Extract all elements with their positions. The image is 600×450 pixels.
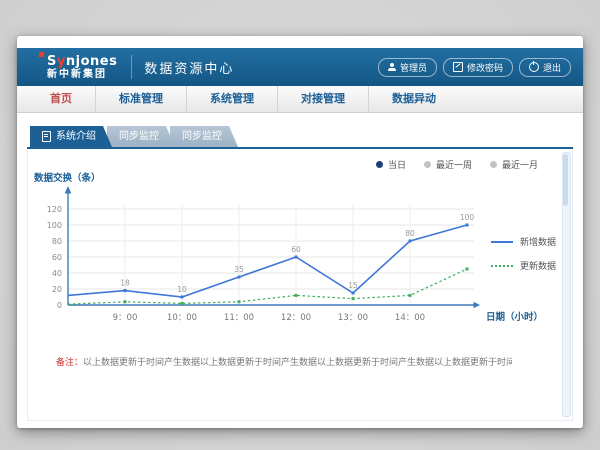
main-nav: 首页标准管理系统管理对接管理数据异动 (17, 86, 583, 113)
legend-item: 新增数据 (491, 235, 556, 248)
chart-panel: 当日最近一周最近一月 0204060801001209：0010：0011：00… (27, 149, 573, 421)
svg-text:日期（小时）: 日期（小时） (486, 311, 543, 323)
scrollbar-thumb[interactable] (563, 154, 568, 206)
tab[interactable]: 同步监控 (170, 126, 238, 147)
nav-item[interactable]: 对接管理 (277, 86, 368, 112)
logo-wordmark: Synjones (47, 55, 117, 68)
chart-legend: 新增数据更新数据 (491, 235, 556, 283)
svg-text:10：00: 10：00 (167, 313, 197, 323)
nav-item[interactable]: 系统管理 (186, 86, 277, 112)
app-header: Synjones 新中新集团 数据资源中心 管理员 修改密码 退出 (17, 48, 583, 86)
svg-text:60: 60 (52, 253, 62, 262)
svg-text:100: 100 (460, 213, 475, 222)
current-user-button[interactable]: 管理员 (378, 58, 437, 77)
svg-text:数据交换（条）: 数据交换（条） (33, 172, 101, 184)
svg-text:35: 35 (234, 265, 244, 274)
svg-text:14：00: 14：00 (395, 313, 425, 323)
legend-line-sample (491, 241, 513, 243)
footnote-text: 以上数据更新于时间产生数据以上数据更新于时间产生数据以上数据更新于时间产生数据以… (83, 358, 512, 368)
svg-text:0: 0 (57, 301, 62, 310)
svg-text:18: 18 (120, 279, 130, 288)
svg-text:15: 15 (348, 281, 358, 290)
content-area: 系统介绍同步监控同步监控 当日最近一周最近一月 0204060801001209… (17, 113, 583, 428)
power-icon (529, 62, 539, 72)
svg-text:120: 120 (47, 205, 62, 214)
tab[interactable]: 同步监控 (107, 126, 175, 147)
svg-text:20: 20 (52, 285, 62, 294)
tab[interactable]: 系统介绍 (30, 126, 112, 147)
current-user-label: 管理员 (400, 61, 427, 74)
svg-text:100: 100 (47, 221, 62, 230)
svg-text:11：00: 11：00 (224, 313, 254, 323)
legend-item: 更新数据 (491, 259, 556, 272)
line-chart: 0 20 40 60 80 100 120 9：00 10：00 11：00 12：00 13：00 1… (28, 167, 568, 332)
nav-item[interactable]: 标准管理 (95, 86, 186, 112)
legend-label: 更新数据 (520, 259, 556, 272)
nav-item[interactable]: 首页 (27, 86, 95, 112)
change-password-button[interactable]: 修改密码 (443, 58, 513, 77)
svg-text:60: 60 (291, 245, 301, 254)
nav-item[interactable]: 数据异动 (368, 86, 459, 112)
header-divider (131, 55, 132, 79)
window-top-strip (17, 36, 583, 48)
change-password-label: 修改密码 (467, 61, 503, 74)
logout-label: 退出 (543, 61, 561, 74)
footnote-prefix: 备注： (56, 358, 83, 368)
person-icon (388, 63, 396, 71)
svg-text:9：00: 9：00 (113, 313, 138, 323)
logo-flag-icon (38, 52, 44, 57)
edit-icon (453, 62, 463, 72)
vertical-scrollbar[interactable] (562, 152, 571, 417)
tab-bottom-rule (27, 147, 573, 149)
svg-text:40: 40 (52, 269, 62, 278)
footnote: 备注：以上数据更新于时间产生数据以上数据更新于时间产生数据以上数据更新于时间产生… (56, 355, 512, 368)
legend-line-sample (491, 265, 513, 267)
document-icon (42, 131, 51, 142)
svg-text:80: 80 (405, 229, 415, 238)
svg-text:12：00: 12：00 (281, 313, 311, 323)
legend-label: 新增数据 (520, 235, 556, 248)
svg-text:13：00: 13：00 (338, 313, 368, 323)
logout-button[interactable]: 退出 (519, 58, 571, 77)
page-title: 数据资源中心 (144, 58, 234, 77)
tab-bar: 系统介绍同步监控同步监控 (30, 126, 233, 147)
logo-subtitle: 新中新集团 (47, 70, 117, 80)
svg-text:80: 80 (52, 237, 62, 246)
svg-text:10: 10 (177, 285, 187, 294)
app-window: Synjones 新中新集团 数据资源中心 管理员 修改密码 退出 首页标准管理… (17, 36, 583, 428)
company-logo: Synjones 新中新集团 (47, 55, 117, 80)
